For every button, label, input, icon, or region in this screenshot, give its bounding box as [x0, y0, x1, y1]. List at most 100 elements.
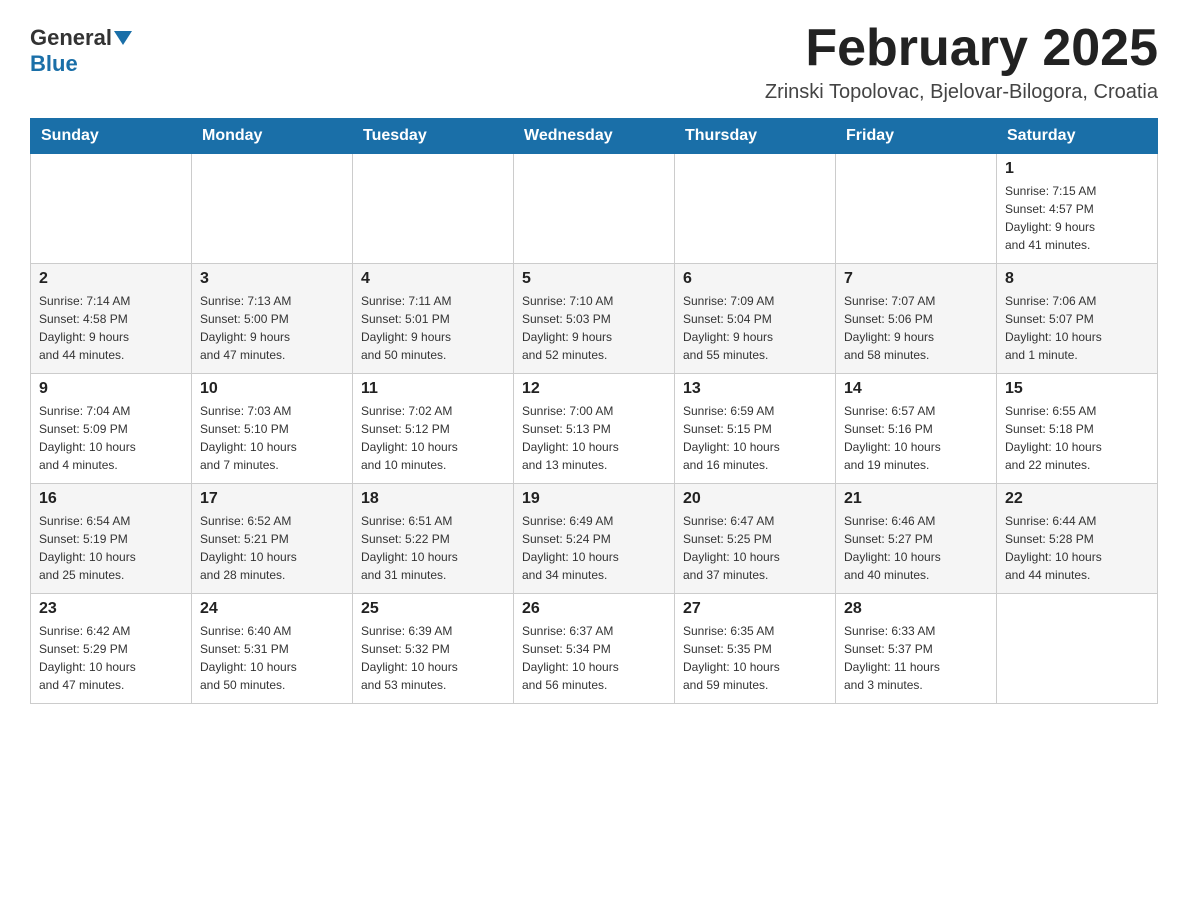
calendar-day-cell: 16 Sunrise: 6:54 AM Sunset: 5:19 PM Dayli… [31, 484, 192, 594]
day-number: 19 [522, 490, 666, 508]
calendar-day-cell: 15 Sunrise: 6:55 AM Sunset: 5:18 PM Dayli… [997, 374, 1158, 484]
day-number: 22 [1005, 490, 1149, 508]
day-info: Sunrise: 6:39 AM Sunset: 5:32 PM Dayligh… [361, 622, 505, 694]
day-info: Sunrise: 7:14 AM Sunset: 4:58 PM Dayligh… [39, 292, 183, 364]
col-header-monday: Monday [192, 119, 353, 154]
day-info: Sunrise: 7:04 AM Sunset: 5:09 PM Dayligh… [39, 402, 183, 474]
day-number: 15 [1005, 380, 1149, 398]
location-subtitle: Zrinski Topolovac, Bjelovar-Bilogora, Cr… [765, 81, 1158, 104]
day-info: Sunrise: 6:33 AM Sunset: 5:37 PM Dayligh… [844, 622, 988, 694]
day-info: Sunrise: 7:03 AM Sunset: 5:10 PM Dayligh… [200, 402, 344, 474]
day-info: Sunrise: 6:54 AM Sunset: 5:19 PM Dayligh… [39, 512, 183, 584]
calendar-day-cell: 10 Sunrise: 7:03 AM Sunset: 5:10 PM Dayli… [192, 374, 353, 484]
col-header-sunday: Sunday [31, 119, 192, 154]
day-info: Sunrise: 6:55 AM Sunset: 5:18 PM Dayligh… [1005, 402, 1149, 474]
day-info: Sunrise: 7:13 AM Sunset: 5:00 PM Dayligh… [200, 292, 344, 364]
day-info: Sunrise: 6:52 AM Sunset: 5:21 PM Dayligh… [200, 512, 344, 584]
col-header-thursday: Thursday [675, 119, 836, 154]
day-info: Sunrise: 7:02 AM Sunset: 5:12 PM Dayligh… [361, 402, 505, 474]
calendar-table: SundayMondayTuesdayWednesdayThursdayFrid… [30, 118, 1158, 704]
calendar-day-cell: 6Sunrise: 7:09 AM Sunset: 5:04 PM Daylig… [675, 264, 836, 374]
calendar-day-cell: 23 Sunrise: 6:42 AM Sunset: 5:29 PM Dayli… [31, 594, 192, 704]
day-number: 16 [39, 490, 183, 508]
page-header: General Blue February 2025 Zrinski Topol… [30, 20, 1158, 104]
logo-triangle-icon [114, 31, 132, 45]
calendar-day-cell: 3 Sunrise: 7:13 AM Sunset: 5:00 PM Daylig… [192, 264, 353, 374]
day-number: 12 [522, 380, 666, 398]
day-number: 14 [844, 380, 988, 398]
day-number: 9 [39, 380, 183, 398]
day-number: 10 [200, 380, 344, 398]
calendar-day-cell: 4 Sunrise: 7:11 AM Sunset: 5:01 PM Daylig… [353, 264, 514, 374]
title-block: February 2025 Zrinski Topolovac, Bjelova… [765, 20, 1158, 104]
calendar-week-row: 23 Sunrise: 6:42 AM Sunset: 5:29 PM Dayli… [31, 594, 1158, 704]
logo-general-text: General [30, 25, 112, 51]
calendar-day-cell [353, 154, 514, 264]
calendar-day-cell [836, 154, 997, 264]
day-info: Sunrise: 6:46 AM Sunset: 5:27 PM Dayligh… [844, 512, 988, 584]
day-number: 5 [522, 270, 666, 288]
day-number: 6 [683, 270, 827, 288]
day-info: Sunrise: 7:11 AM Sunset: 5:01 PM Dayligh… [361, 292, 505, 364]
day-info: Sunrise: 7:00 AM Sunset: 5:13 PM Dayligh… [522, 402, 666, 474]
day-info: Sunrise: 6:57 AM Sunset: 5:16 PM Dayligh… [844, 402, 988, 474]
calendar-day-cell: 21 Sunrise: 6:46 AM Sunset: 5:27 PM Dayli… [836, 484, 997, 594]
calendar-day-cell: 26 Sunrise: 6:37 AM Sunset: 5:34 PM Dayli… [514, 594, 675, 704]
calendar-day-cell: 8 Sunrise: 7:06 AM Sunset: 5:07 PM Daylig… [997, 264, 1158, 374]
day-number: 27 [683, 600, 827, 618]
day-number: 28 [844, 600, 988, 618]
day-info: Sunrise: 7:06 AM Sunset: 5:07 PM Dayligh… [1005, 292, 1149, 364]
calendar-day-cell: 27 Sunrise: 6:35 AM Sunset: 5:35 PM Dayli… [675, 594, 836, 704]
day-number: 1 [1005, 160, 1149, 178]
day-number: 20 [683, 490, 827, 508]
calendar-day-cell: 22 Sunrise: 6:44 AM Sunset: 5:28 PM Dayli… [997, 484, 1158, 594]
day-info: Sunrise: 6:59 AM Sunset: 5:15 PM Dayligh… [683, 402, 827, 474]
day-number: 23 [39, 600, 183, 618]
calendar-day-cell [31, 154, 192, 264]
day-number: 8 [1005, 270, 1149, 288]
calendar-day-cell [675, 154, 836, 264]
calendar-day-cell: 7 Sunrise: 7:07 AM Sunset: 5:06 PM Daylig… [836, 264, 997, 374]
col-header-friday: Friday [836, 119, 997, 154]
calendar-header-row: SundayMondayTuesdayWednesdayThursdayFrid… [31, 119, 1158, 154]
day-info: Sunrise: 6:49 AM Sunset: 5:24 PM Dayligh… [522, 512, 666, 584]
calendar-day-cell: 13 Sunrise: 6:59 AM Sunset: 5:15 PM Dayli… [675, 374, 836, 484]
day-number: 26 [522, 600, 666, 618]
calendar-day-cell: 11 Sunrise: 7:02 AM Sunset: 5:12 PM Dayli… [353, 374, 514, 484]
calendar-day-cell: 19 Sunrise: 6:49 AM Sunset: 5:24 PM Dayli… [514, 484, 675, 594]
col-header-tuesday: Tuesday [353, 119, 514, 154]
day-number: 13 [683, 380, 827, 398]
day-info: Sunrise: 6:47 AM Sunset: 5:25 PM Dayligh… [683, 512, 827, 584]
day-info: Sunrise: 7:07 AM Sunset: 5:06 PM Dayligh… [844, 292, 988, 364]
calendar-day-cell: 9 Sunrise: 7:04 AM Sunset: 5:09 PM Daylig… [31, 374, 192, 484]
calendar-day-cell [192, 154, 353, 264]
day-number: 4 [361, 270, 505, 288]
calendar-week-row: 16 Sunrise: 6:54 AM Sunset: 5:19 PM Dayli… [31, 484, 1158, 594]
day-info: Sunrise: 6:44 AM Sunset: 5:28 PM Dayligh… [1005, 512, 1149, 584]
day-number: 11 [361, 380, 505, 398]
calendar-day-cell: 1 Sunrise: 7:15 AM Sunset: 4:57 PM Daylig… [997, 154, 1158, 264]
day-number: 18 [361, 490, 505, 508]
day-info: Sunrise: 6:37 AM Sunset: 5:34 PM Dayligh… [522, 622, 666, 694]
day-number: 7 [844, 270, 988, 288]
calendar-day-cell: 28 Sunrise: 6:33 AM Sunset: 5:37 PM Dayli… [836, 594, 997, 704]
logo-blue-text: Blue [30, 51, 78, 76]
calendar-day-cell: 25Sunrise: 6:39 AM Sunset: 5:32 PM Dayli… [353, 594, 514, 704]
calendar-day-cell [514, 154, 675, 264]
day-number: 21 [844, 490, 988, 508]
calendar-day-cell: 24Sunrise: 6:40 AM Sunset: 5:31 PM Dayli… [192, 594, 353, 704]
calendar-day-cell: 20 Sunrise: 6:47 AM Sunset: 5:25 PM Dayli… [675, 484, 836, 594]
day-info: Sunrise: 7:10 AM Sunset: 5:03 PM Dayligh… [522, 292, 666, 364]
col-header-saturday: Saturday [997, 119, 1158, 154]
calendar-week-row: 1 Sunrise: 7:15 AM Sunset: 4:57 PM Daylig… [31, 154, 1158, 264]
col-header-wednesday: Wednesday [514, 119, 675, 154]
calendar-day-cell: 2Sunrise: 7:14 AM Sunset: 4:58 PM Daylig… [31, 264, 192, 374]
day-info: Sunrise: 7:15 AM Sunset: 4:57 PM Dayligh… [1005, 182, 1149, 254]
calendar-day-cell [997, 594, 1158, 704]
day-info: Sunrise: 6:35 AM Sunset: 5:35 PM Dayligh… [683, 622, 827, 694]
calendar-day-cell: 14 Sunrise: 6:57 AM Sunset: 5:16 PM Dayli… [836, 374, 997, 484]
calendar-week-row: 2Sunrise: 7:14 AM Sunset: 4:58 PM Daylig… [31, 264, 1158, 374]
day-number: 3 [200, 270, 344, 288]
day-info: Sunrise: 6:42 AM Sunset: 5:29 PM Dayligh… [39, 622, 183, 694]
calendar-week-row: 9 Sunrise: 7:04 AM Sunset: 5:09 PM Daylig… [31, 374, 1158, 484]
